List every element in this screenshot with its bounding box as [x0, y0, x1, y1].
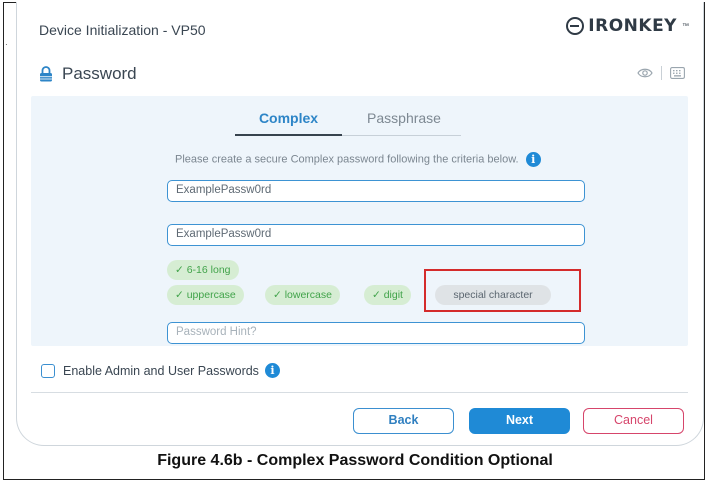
- tab-complex[interactable]: Complex: [235, 110, 342, 126]
- keyboard-icon[interactable]: [670, 67, 685, 79]
- footer-divider: [31, 392, 688, 393]
- admin-user-passwords-label: Enable Admin and User Passwords: [63, 363, 259, 378]
- edge-mark: ·: [5, 40, 8, 49]
- trademark: ™: [682, 22, 689, 30]
- next-button[interactable]: Next: [469, 408, 570, 434]
- admin-user-passwords-checkbox[interactable]: [41, 363, 55, 378]
- icon-separator: [661, 66, 662, 80]
- section-header: Password: [39, 62, 137, 86]
- app-window: Device Initialization - VP50 IRONKEY ™ P…: [16, 2, 704, 446]
- password-value: ExamplePassw0rd: [176, 184, 272, 196]
- criteria-lowercase-badge: ✓ lowercase: [265, 285, 340, 305]
- criteria-length-badge: ✓ 6-16 long: [167, 260, 239, 280]
- figure-caption: Figure 4.6b - Complex Password Condition…: [157, 452, 553, 469]
- tab-passphrase[interactable]: Passphrase: [347, 110, 461, 126]
- password-field[interactable]: ExamplePassw0rd: [167, 180, 585, 202]
- password-mode-tabs: Complex Passphrase: [235, 110, 461, 136]
- admin-user-passwords-option: Enable Admin and User Passwords i: [41, 363, 280, 378]
- info-icon[interactable]: i: [264, 363, 280, 378]
- info-icon[interactable]: i: [525, 152, 541, 167]
- tab-underline: [342, 135, 461, 136]
- confirm-password-field[interactable]: ExamplePassw0rd: [167, 224, 585, 246]
- cancel-button[interactable]: Cancel: [583, 408, 684, 434]
- brand-name: IRONKEY: [588, 16, 677, 36]
- password-panel: Complex Passphrase Please create a secur…: [31, 96, 688, 346]
- confirm-password-value: ExamplePassw0rd: [176, 228, 272, 240]
- window-title: Device Initialization - VP50: [39, 22, 206, 38]
- password-hint-placeholder: Password Hint?: [176, 326, 257, 338]
- active-tab-indicator: [235, 134, 342, 136]
- password-hint-field[interactable]: Password Hint?: [167, 322, 585, 344]
- instruction-text: Please create a secure Complex password …: [175, 153, 519, 166]
- criteria-digit-badge: ✓ digit: [364, 285, 411, 305]
- brand-logo: IRONKEY ™: [566, 16, 689, 36]
- header-icons: [637, 66, 685, 80]
- highlight-box: [424, 269, 581, 312]
- ironkey-logo-icon: [566, 17, 585, 35]
- lock-icon: [40, 66, 52, 82]
- title-bar: Device Initialization - VP50 IRONKEY ™: [17, 2, 703, 54]
- back-button[interactable]: Back: [353, 408, 454, 434]
- section-title: Password: [62, 64, 137, 83]
- instruction-row: Please create a secure Complex password …: [175, 152, 541, 167]
- eye-icon[interactable]: [637, 67, 653, 79]
- criteria-uppercase-badge: ✓ uppercase: [167, 285, 244, 305]
